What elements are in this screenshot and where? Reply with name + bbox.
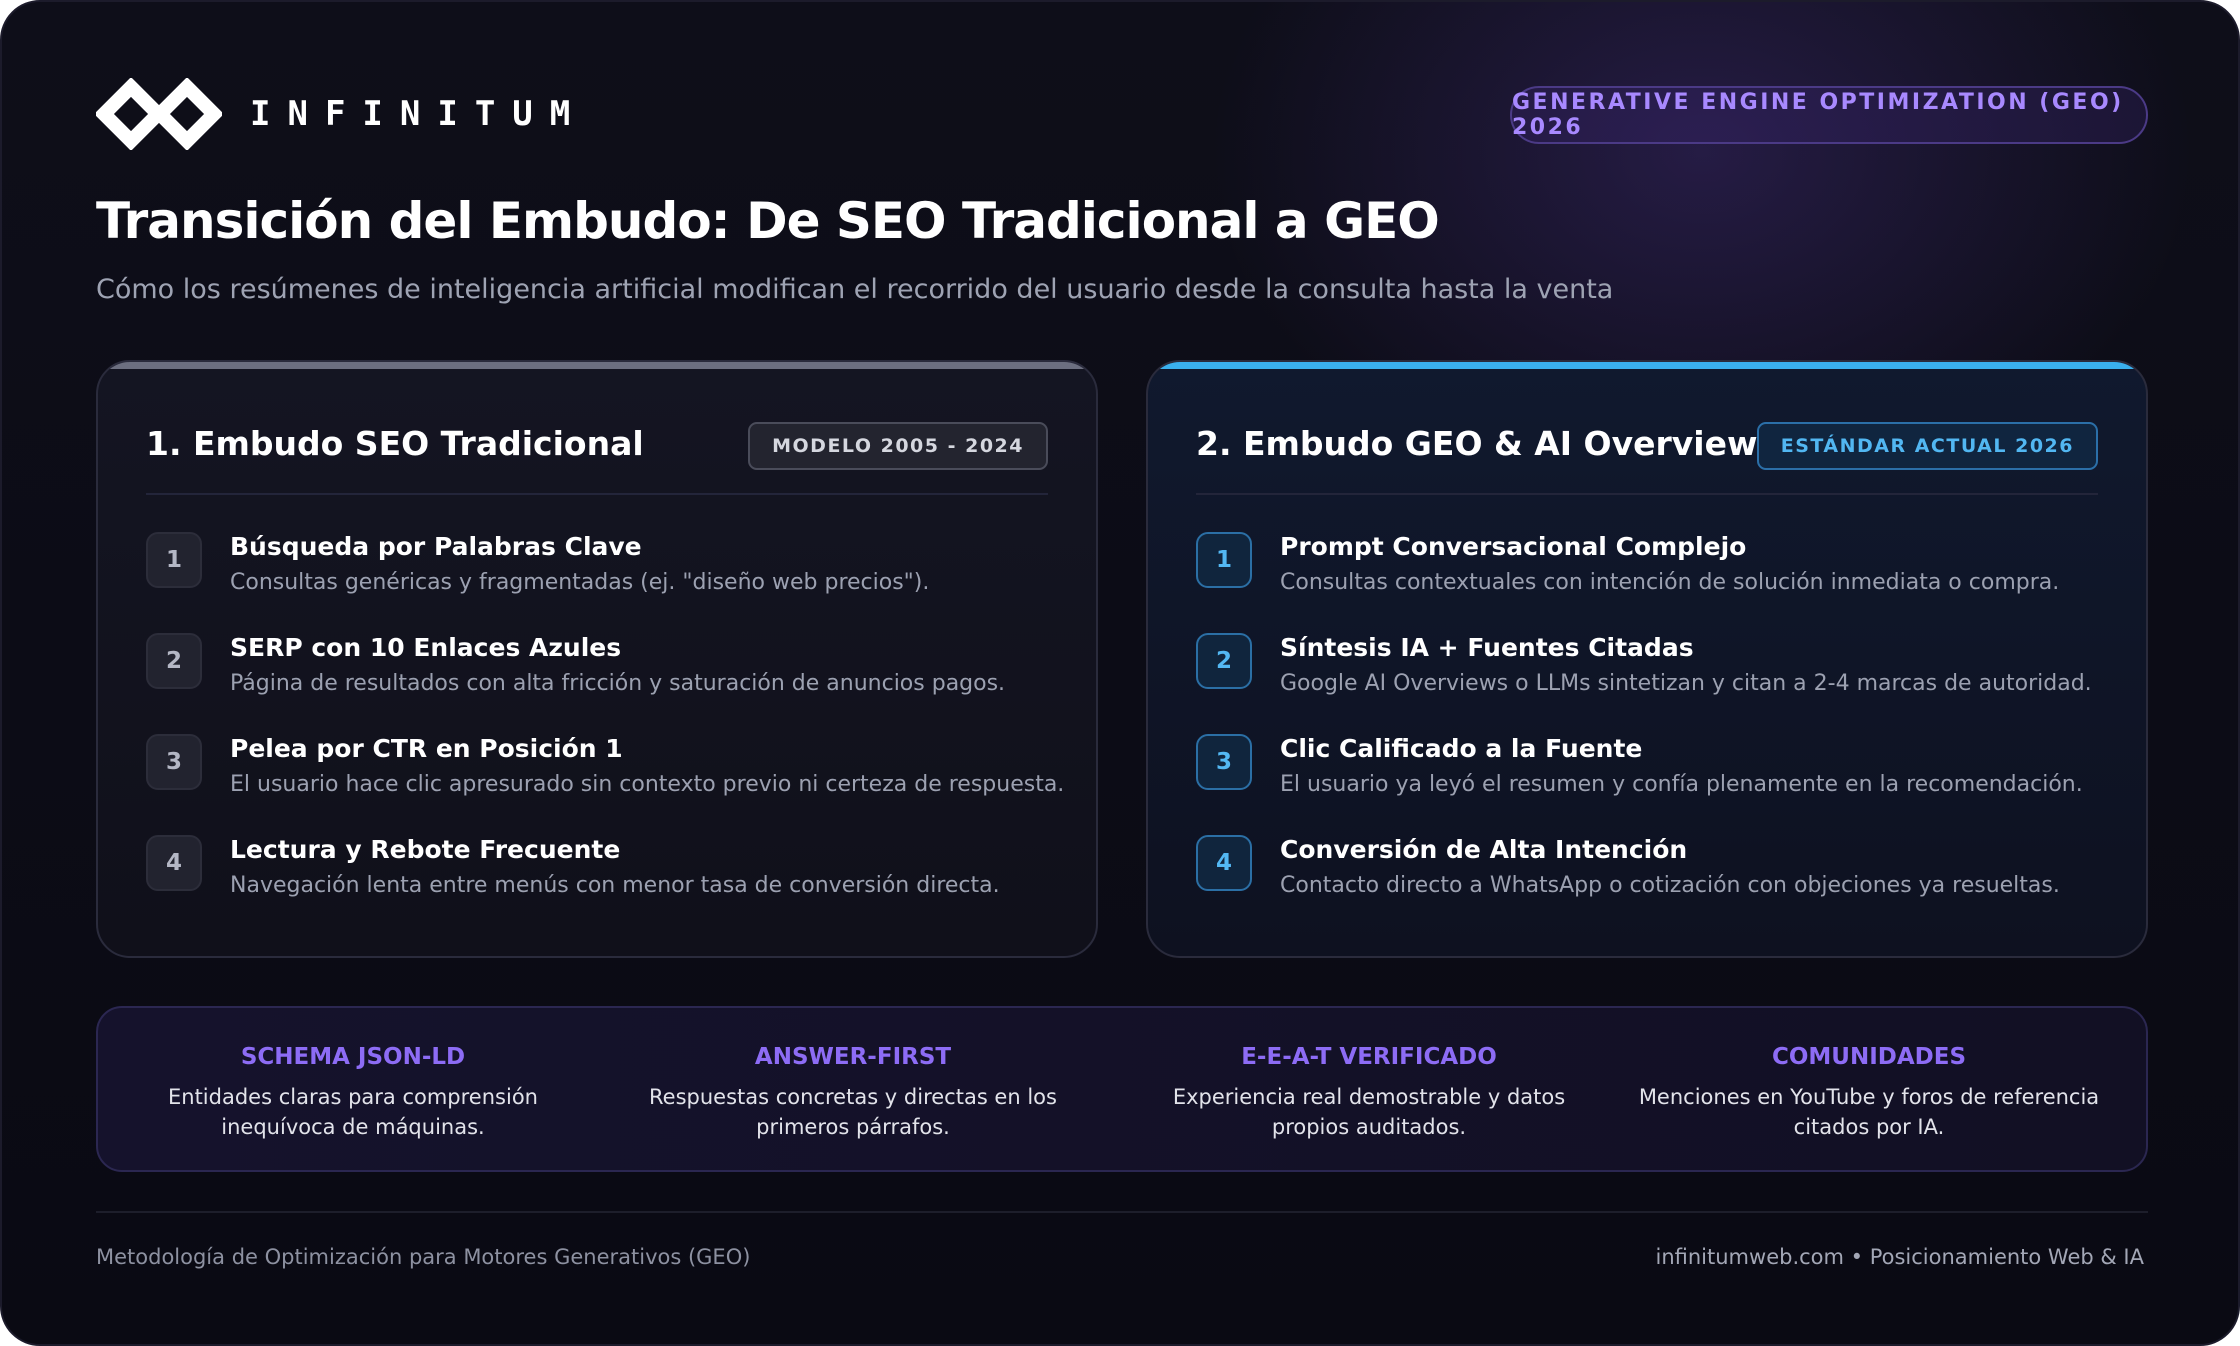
step-item: 1 Búsqueda por Palabras Clave Consultas … [146,532,1056,633]
pillar-description: Experiencia real demostrable y datos pro… [1172,1085,1566,1139]
page-subtitle: Cómo los resúmenes de inteligencia artif… [96,274,1614,305]
pillar-description: Entidades claras para comprensión inequí… [168,1085,538,1139]
step-description: Consultas contextuales con intención de … [1280,570,2060,595]
card-period-badge: ESTÁNDAR ACTUAL 2026 [1756,422,2098,470]
pillar-answer-first: ANSWER-FIRST Respuestas concretas y dire… [618,1044,1088,1142]
card-accent-bar [1148,362,2146,369]
card-divider [1196,493,2098,495]
step-description: Página de resultados con alta fricción y… [230,671,1006,696]
step-item: 1 Prompt Conversacional Complejo Consult… [1196,532,2106,633]
step-number: 1 [1196,532,1252,588]
pillar-schema: SCHEMA JSON-LD Entidades claras para com… [118,1044,588,1142]
step-description: El usuario ya leyó el resumen y confía p… [1280,772,2083,797]
brand-name: INFINITUM [250,94,588,134]
step-number: 4 [1196,835,1252,891]
step-description: El usuario hace clic apresurado sin cont… [230,772,1065,797]
pillar-eeat: E-E-A-T VERIFICADO Experiencia real demo… [1134,1044,1604,1142]
step-list: 1 Búsqueda por Palabras Clave Consultas … [146,532,1064,936]
step-number: 3 [146,734,202,790]
step-description: Consultas genéricas y fragmentadas (ej. … [230,570,930,595]
infinity-logo-icon [96,78,222,150]
step-item: 4 Conversión de Alta Intención Contacto … [1196,835,2106,936]
brand-logo: INFINITUM [96,78,587,150]
step-number: 2 [146,633,202,689]
step-list: 1 Prompt Conversacional Complejo Consult… [1196,532,2106,936]
geo-pillars-panel: SCHEMA JSON-LD Entidades claras para com… [96,1006,2148,1172]
pillar-description: Respuestas concretas y directas en los p… [649,1085,1057,1139]
pillar-title: E-E-A-T VERIFICADO [1241,1044,1497,1070]
pillar-title: SCHEMA JSON-LD [240,1044,466,1070]
card-period-badge: MODELO 2005 - 2024 [748,422,1048,470]
footer-site: infinitumweb.com • Posicionamiento Web &… [1655,1245,2145,1269]
step-item: 2 Síntesis IA + Fuentes Citadas Google A… [1196,633,2106,734]
pillar-title: ANSWER-FIRST [754,1044,952,1070]
step-title: Clic Calificado a la Fuente [1280,734,1643,763]
card-title: 2. Embudo GEO & AI Overviews [1196,424,1778,463]
step-title: Conversión de Alta Intención [1280,835,1688,864]
step-number: 2 [1196,633,1252,689]
step-title: Prompt Conversacional Complejo [1280,532,1747,561]
infographic-frame: INFINITUM GENERATIVE ENGINE OPTIMIZATION… [0,0,2240,1346]
step-title: Búsqueda por Palabras Clave [230,532,642,561]
pillar-title: COMUNIDADES [1771,1044,1967,1070]
card-accent-bar [98,362,1096,369]
step-title: SERP con 10 Enlaces Azules [230,633,622,662]
geo-funnel-card: 2. Embudo GEO & AI Overviews ESTÁNDAR AC… [1146,360,2148,958]
step-title: Lectura y Rebote Frecuente [230,835,621,864]
seo-funnel-card: 1. Embudo SEO Tradicional MODELO 2005 - … [96,360,1098,958]
step-item: 2 SERP con 10 Enlaces Azules Página de r… [146,633,1056,734]
step-title: Pelea por CTR en Posición 1 [230,734,623,763]
pillar-description: Menciones en YouTube y foros de referenc… [1638,1085,2100,1139]
step-number: 1 [146,532,202,588]
step-description: Google AI Overviews o LLMs sintetizan y … [1280,671,2092,696]
footer-divider [96,1211,2148,1213]
pillar-comunidades: COMUNIDADES Menciones en YouTube y foros… [1634,1044,2104,1142]
step-title: Síntesis IA + Fuentes Citadas [1280,633,1694,662]
step-description: Contacto directo a WhatsApp o cotización… [1280,873,2060,898]
step-item: 3 Pelea por CTR en Posición 1 El usuario… [146,734,1064,835]
card-title: 1. Embudo SEO Tradicional [146,424,644,463]
step-number: 4 [146,835,202,891]
card-divider [146,493,1048,495]
step-item: 3 Clic Calificado a la Fuente El usuario… [1196,734,2106,835]
step-description: Navegación lenta entre menús con menor t… [230,873,1000,898]
step-number: 3 [1196,734,1252,790]
footer-methodology: Metodología de Optimización para Motores… [96,1245,751,1269]
geo-2026-badge: GENERATIVE ENGINE OPTIMIZATION (GEO) 202… [1510,86,2148,144]
step-item: 4 Lectura y Rebote Frecuente Navegación … [146,835,1056,936]
page-title: Transición del Embudo: De SEO Tradiciona… [96,192,1440,250]
